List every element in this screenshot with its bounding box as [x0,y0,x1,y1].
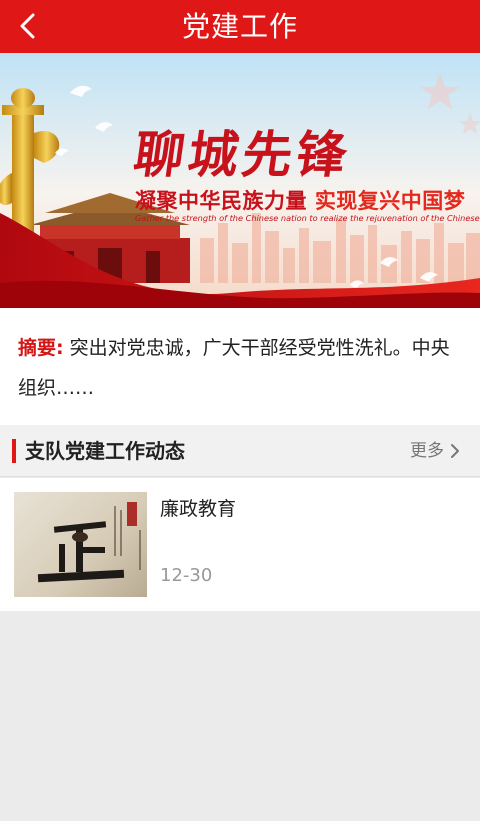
section-title: 支队党建工作动态 [25,439,185,463]
more-label: 更多 [410,441,444,461]
banner-slogan-sub-part2: 实现复兴中国梦 [314,189,466,213]
page-title: 党建工作 [181,10,298,43]
chevron-right-icon [451,444,459,458]
news-thumbnail-artwork [37,502,141,583]
summary-text: 突出对党忠诚，广大干部经受党性洗礼。中央组织…… [18,337,450,399]
summary-block: 摘要: 突出对党忠诚，广大干部经受党性洗礼。中央组织…… [0,308,480,425]
section-accent-bar [12,439,16,463]
app-header: 党建工作 [0,0,480,53]
banner-slogan-main: 聊城先锋 [130,125,355,184]
banner-slogan-sub-part1: 凝聚中华民族力量 [135,189,307,213]
banner-image[interactable]: 聊城先锋 凝聚中华民族力量 实现复兴中国梦 Gather the strengt… [0,53,480,308]
more-link[interactable]: 更多 [410,425,460,477]
news-thumbnail [14,492,147,597]
banner-slogan-english: Gather the strength of the Chinese natio… [135,213,480,223]
news-list: 廉政教育 12-30 [0,478,480,611]
news-title: 廉政教育 [160,498,237,520]
list-item[interactable]: 廉政教育 12-30 [0,478,480,611]
section-header: 支队党建工作动态 更多 [0,425,480,477]
banner-slogan-sub: 凝聚中华民族力量 实现复兴中国梦 [135,185,465,215]
news-date: 12-30 [160,565,213,586]
summary-label: 摘要: [18,337,64,359]
